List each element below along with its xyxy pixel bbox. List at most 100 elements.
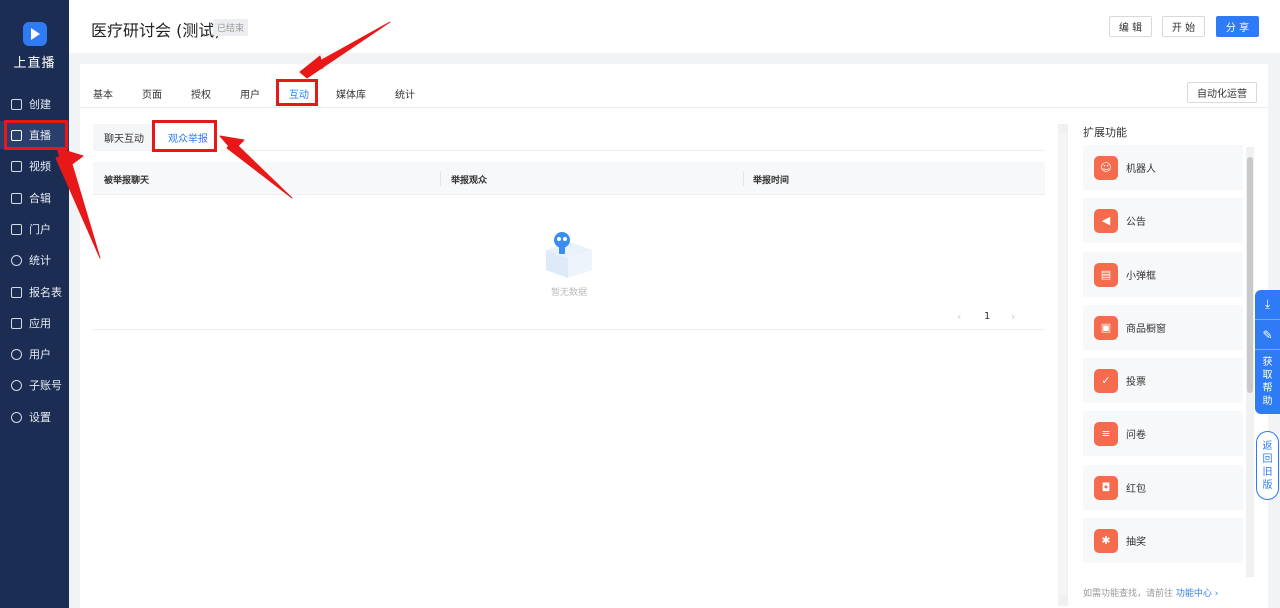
main-panel: 基本 页面 授权 用户 互动 媒体库 统计 自动化运营 聊天互动 观众举报 被举…: [80, 64, 1268, 608]
monitor-icon: [11, 223, 22, 235]
old-char-3: 旧: [1262, 467, 1273, 478]
lottery-icon: ✱: [1094, 528, 1118, 553]
brand-logo[interactable]: 上直播: [0, 22, 69, 71]
extension-shop-window[interactable]: ▣ 商品橱窗: [1083, 305, 1243, 350]
table-divider: [93, 329, 1045, 330]
help-text[interactable]: 获 取 帮 助: [1255, 350, 1280, 408]
main-tabs: 基本 页面 授权 用户 互动 媒体库 统计 自动化运营: [80, 64, 1268, 108]
extension-label: 红包: [1126, 484, 1146, 495]
help-char-3: 帮: [1262, 383, 1273, 394]
pie-chart-icon: [11, 254, 22, 266]
table-header: 被举报聊天 举报观众 举报时间: [93, 162, 1045, 195]
pagination-page[interactable]: 1: [984, 311, 990, 322]
annotation-box-interaction-tab: [276, 79, 318, 106]
sidebar-item-stats[interactable]: 统计: [0, 246, 69, 274]
tab-media-library[interactable]: 媒体库: [336, 86, 366, 101]
help-char-1: 获: [1262, 357, 1273, 368]
questionnaire-icon: ≡: [1094, 421, 1118, 446]
megaphone-icon: ◀: [1094, 208, 1118, 233]
extension-questionnaire[interactable]: ≡ 问卷: [1083, 411, 1243, 456]
sidebar-item-label: 应用: [29, 317, 51, 330]
sidebar-item-label: 统计: [29, 254, 51, 267]
share-button[interactable]: 分 享: [1216, 16, 1259, 37]
content-scrollbar[interactable]: [1058, 124, 1068, 606]
annotation-box-live: [4, 120, 68, 150]
column-report-time: 举报时间: [753, 176, 790, 186]
help-widget[interactable]: ⤓ ✎ 获 取 帮 助: [1255, 290, 1280, 414]
sidebar-item-video[interactable]: 视频: [0, 152, 69, 180]
sidebar-item-label: 视频: [29, 160, 51, 173]
sidebar-item-label: 设置: [29, 411, 51, 424]
column-divider: [440, 171, 441, 186]
function-center-link[interactable]: 功能中心 ›: [1176, 589, 1218, 599]
status-badge: 已结束: [213, 19, 249, 36]
extensions-scrollbar-thumb[interactable]: [1247, 157, 1253, 393]
robot-icon: ☺: [1094, 155, 1118, 180]
pagination-prev-icon[interactable]: ‹: [957, 310, 961, 323]
sidebar-item-label: 用户: [29, 348, 51, 361]
sidebar-item-registration[interactable]: 报名表: [0, 278, 69, 306]
extensions-scrollbar[interactable]: [1246, 147, 1254, 577]
plus-square-icon: [11, 98, 22, 110]
sidebar-item-portal[interactable]: 门户: [0, 215, 69, 243]
help-char-2: 取: [1262, 370, 1273, 381]
extension-label: 公告: [1126, 217, 1146, 228]
empty-box-icon: [546, 232, 592, 278]
extension-announcement[interactable]: ◀ 公告: [1083, 198, 1243, 243]
sub-account-icon: [11, 379, 22, 391]
sidebar-item-label: 报名表: [29, 286, 62, 299]
annotation-box-report-subtab: [152, 120, 217, 152]
sidebar-item-settings[interactable]: 设置: [0, 403, 69, 431]
sidebar-item-collection[interactable]: 合辑: [0, 184, 69, 212]
tab-users[interactable]: 用户: [240, 86, 260, 101]
extension-label: 商品橱窗: [1126, 324, 1166, 335]
sub-tabs: 聊天互动 观众举报: [93, 124, 1045, 151]
content-scrollbar-thumb[interactable]: [1059, 134, 1067, 594]
extension-popup[interactable]: ▤ 小弹框: [1083, 252, 1243, 297]
sidebar-item-label: 门户: [29, 223, 51, 236]
extensions-title: 扩展功能: [1083, 126, 1127, 139]
cart-icon: ▣: [1094, 315, 1118, 340]
tab-auth[interactable]: 授权: [191, 86, 211, 101]
tab-page[interactable]: 页面: [142, 86, 162, 101]
extensions-list: ☺ 机器人 ◀ 公告 ▤ 小弹框 ▣ 商品橱窗 ✓ 投票 ≡ 问卷 ◘ 红包 ✱: [1083, 145, 1246, 575]
extension-label: 投票: [1126, 377, 1146, 388]
extension-red-envelope[interactable]: ◘ 红包: [1083, 465, 1243, 510]
red-envelope-icon: ◘: [1094, 475, 1118, 500]
tab-stats[interactable]: 统计: [395, 86, 415, 101]
extension-vote[interactable]: ✓ 投票: [1083, 358, 1243, 403]
extension-robot[interactable]: ☺ 机器人: [1083, 145, 1243, 190]
sidebar-item-users[interactable]: 用户: [0, 340, 69, 368]
start-button[interactable]: 开 始: [1162, 16, 1205, 37]
sidebar-item-create[interactable]: 创建: [0, 90, 69, 118]
tab-basic[interactable]: 基本: [93, 86, 113, 101]
extension-label: 机器人: [1126, 164, 1156, 175]
sidebar-item-label: 合辑: [29, 192, 51, 205]
column-divider: [743, 171, 744, 186]
page-header: 医疗研讨会 (测试) 已结束 编 辑 开 始 分 享: [69, 0, 1280, 53]
automation-button[interactable]: 自动化运营: [1187, 82, 1257, 103]
popup-icon: ▤: [1094, 262, 1118, 287]
sidebar-item-label: 子账号: [29, 379, 62, 392]
pagination-next-icon[interactable]: ›: [1011, 310, 1015, 323]
document-icon[interactable]: ✎: [1255, 320, 1280, 350]
sidebar-item-apps[interactable]: 应用: [0, 309, 69, 337]
return-old-version-button[interactable]: 返 回 旧 版: [1256, 431, 1279, 500]
extension-lottery[interactable]: ✱ 抽奖: [1083, 518, 1243, 563]
edit-button[interactable]: 编 辑: [1109, 16, 1152, 37]
gear-icon: [11, 411, 22, 423]
brand-name: 上直播: [13, 56, 56, 71]
download-icon[interactable]: ⤓: [1255, 290, 1280, 320]
old-char-1: 返: [1262, 441, 1273, 452]
extension-label: 小弹框: [1126, 271, 1156, 282]
form-icon: [11, 286, 22, 298]
extensions-footer-text: 如需功能查找，请前往: [1083, 589, 1174, 599]
extension-label: 问卷: [1126, 430, 1146, 441]
subtab-chat[interactable]: 聊天互动: [93, 124, 155, 151]
sidebar-item-sub-account[interactable]: 子账号: [0, 371, 69, 399]
help-char-4: 助: [1262, 396, 1273, 407]
sidebar: 上直播 创建 直播 视频 合辑 门户 统计 报名表 应用 用户 子账号 设置: [0, 0, 69, 608]
extensions-footer: 如需功能查找，请前往 功能中心 ›: [1083, 586, 1218, 599]
column-reporter: 举报观众: [451, 176, 488, 186]
film-icon: [11, 160, 22, 172]
